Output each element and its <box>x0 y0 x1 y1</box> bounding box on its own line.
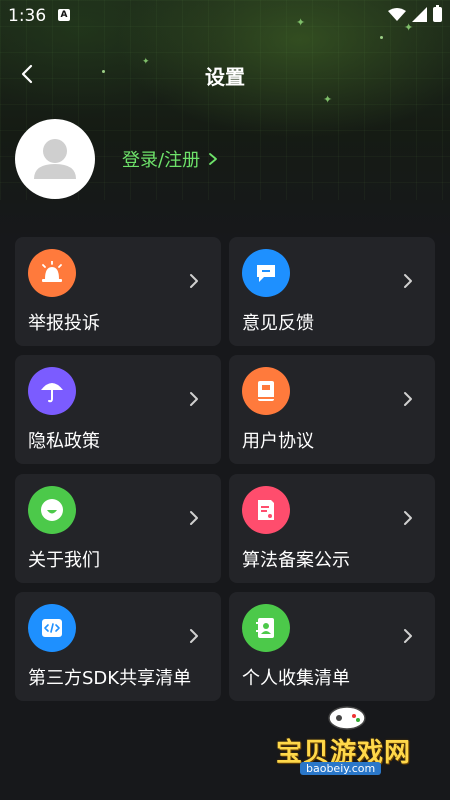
menu-card-label: 个人收集清单 <box>242 668 350 689</box>
book-icon <box>242 367 290 415</box>
status-time: 1:36 <box>8 6 47 26</box>
chevron-right-icon <box>190 629 198 643</box>
gamepad-icon <box>328 706 366 730</box>
chevron-right-icon <box>404 511 412 525</box>
menu-card-report[interactable]: 举报投诉 <box>15 237 221 346</box>
menu-card-about-us[interactable]: 关于我们 <box>15 474 221 583</box>
chevron-right-icon <box>404 629 412 643</box>
alarm-siren-icon <box>28 249 76 297</box>
star-dot <box>380 36 383 39</box>
menu-card-label: 用户协议 <box>242 431 314 452</box>
menu-card-user-agreement[interactable]: 用户协议 <box>229 355 435 464</box>
signal-icon <box>412 7 427 22</box>
menu-card-third-party-sdk[interactable]: 第三方SDK共享清单 <box>15 592 221 701</box>
menu-card-label: 意见反馈 <box>242 313 314 334</box>
code-icon <box>28 604 76 652</box>
user-silhouette-icon <box>34 139 76 179</box>
chevron-right-icon <box>190 274 198 288</box>
wifi-icon <box>388 7 406 21</box>
chevron-right-icon <box>209 153 217 165</box>
page-title: 设置 <box>205 65 245 89</box>
document-icon <box>242 486 290 534</box>
chevron-right-icon <box>190 511 198 525</box>
watermark-url: baobeiy.com <box>300 762 382 775</box>
site-watermark: 宝贝游戏网 baobeiy.com <box>270 702 430 782</box>
chat-bubble-icon <box>242 249 290 297</box>
login-label: 登录/注册 <box>122 150 201 171</box>
contact-book-icon <box>242 604 290 652</box>
smiley-icon <box>28 486 76 534</box>
chevron-right-icon <box>190 392 198 406</box>
battery-icon <box>433 5 442 22</box>
menu-card-personal-info[interactable]: 个人收集清单 <box>229 592 435 701</box>
menu-card-label: 隐私政策 <box>28 431 100 452</box>
menu-card-feedback[interactable]: 意见反馈 <box>229 237 435 346</box>
status-icons <box>388 5 442 22</box>
chevron-right-icon <box>404 392 412 406</box>
avatar[interactable] <box>15 119 95 199</box>
menu-card-label: 关于我们 <box>28 550 100 571</box>
chevron-right-icon <box>404 274 412 288</box>
menu-card-label: 算法备案公示 <box>242 550 350 571</box>
menu-card-privacy[interactable]: 隐私政策 <box>15 355 221 464</box>
accessibility-badge-icon: A <box>58 9 70 21</box>
top-bar: 设置 <box>0 52 450 96</box>
menu-card-label: 举报投诉 <box>28 313 100 334</box>
umbrella-icon <box>28 367 76 415</box>
menu-card-label: 第三方SDK共享清单 <box>28 668 192 689</box>
menu-card-algorithm-filing[interactable]: 算法备案公示 <box>229 474 435 583</box>
status-bar: 1:36 A <box>0 0 450 32</box>
login-register-link[interactable]: 登录/注册 <box>122 146 218 172</box>
